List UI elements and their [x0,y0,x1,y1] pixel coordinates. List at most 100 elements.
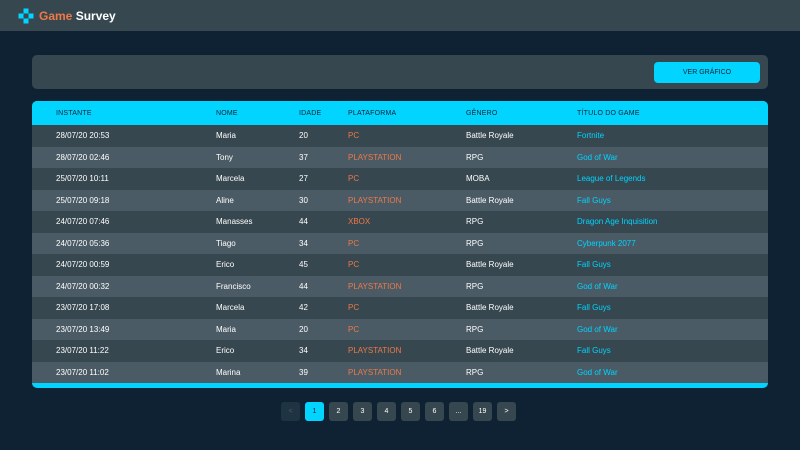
cell-titulo: League of Legends [577,174,646,184]
table-row: 23/07/20 11:02 Marina 39 PLAYSTATION RPG God … [32,361,768,383]
cell-nome: Erico [216,260,235,270]
cell-instante: 23/07/20 13:49 [56,324,110,334]
cell-plataforma: PC [348,174,360,184]
cell-nome: Marina [216,367,241,377]
cell-titulo: Dragon Age Inquisition [577,217,658,227]
page-button[interactable]: 3 [353,402,372,421]
cell-plataforma: PLAYSTATION [348,281,402,291]
table-row: 23/07/20 13:49 Maria 20 PC RPG God of War [32,318,768,340]
cell-idade: 44 [299,217,308,227]
cell-plataforma: PLAYSTATION [348,346,402,356]
cell-plataforma: PLAYSTATION [348,367,402,377]
cell-plataforma: PC [348,131,360,141]
page-button[interactable]: 2 [329,402,348,421]
cell-genero: MOBA [466,174,490,184]
table-row: 24/07/20 00:32 Francisco 44 PLAYSTATION RPG G… [32,275,768,297]
cell-plataforma: PLAYSTATION [348,195,402,205]
table-row: 24/07/20 05:36 Tiago 34 PC RPG Cyberpunk 2077 [32,232,768,254]
records-table: INSTANTE NOME IDADE PLATAFORMA GÊNERO TÍ… [32,101,768,383]
app-title-part2: Survey [72,8,116,23]
page-button[interactable]: 4 [377,402,396,421]
cell-instante: 24/07/20 07:46 [56,217,110,227]
gamepad-icon [18,8,34,24]
cell-titulo: Fall Guys [577,346,611,356]
cell-titulo: Fall Guys [577,195,611,205]
cell-genero: Battle Royale [466,131,514,141]
cell-instante: 28/07/20 02:46 [56,152,110,162]
header-idade: IDADE [299,109,322,117]
table-row: 23/07/20 17:08 Marcela 42 PC Battle Royale Fa… [32,297,768,319]
header-plataforma: PLATAFORMA [348,109,397,117]
cell-plataforma: PLAYSTATION [348,152,402,162]
table-body: 28/07/20 20:53 Maria 20 PC Battle Royale Fort… [32,125,768,383]
cell-idade: 34 [299,346,308,356]
prev-page-button[interactable]: < [281,402,300,421]
cell-idade: 20 [299,131,308,141]
page-button[interactable]: 19 [473,402,492,421]
cell-genero: RPG [466,217,484,227]
cell-idade: 42 [299,303,308,313]
cell-nome: Maria [216,324,237,334]
page-button[interactable]: 1 [305,402,324,421]
cell-genero: RPG [466,367,484,377]
table-row: 25/07/20 10:11 Marcela 27 PC MOBA League of L… [32,168,768,190]
cell-nome: Marcela [216,303,245,313]
cell-nome: Manasses [216,217,253,227]
cell-plataforma: PC [348,260,360,270]
cell-instante: 28/07/20 20:53 [56,131,110,141]
header-nome: NOME [216,109,238,117]
cell-genero: RPG [466,152,484,162]
table-header-row: INSTANTE NOME IDADE PLATAFORMA GÊNERO TÍ… [32,101,768,125]
cell-idade: 37 [299,152,308,162]
cell-titulo: Fall Guys [577,260,611,270]
cell-instante: 24/07/20 00:59 [56,260,110,270]
cell-plataforma: PC [348,324,360,334]
cell-nome: Francisco [216,281,251,291]
pagination: <1 2 3 4 5 6... 19 > [281,402,516,421]
cell-instante: 25/07/20 09:18 [56,195,110,205]
cell-nome: Maria [216,131,237,141]
table-row: 24/07/20 07:46 Manasses 44 XBOX RPG Dragon Ag… [32,211,768,233]
cell-instante: 24/07/20 00:32 [56,281,110,291]
header-genero: GÊNERO [466,109,498,117]
header-instante: INSTANTE [56,109,92,117]
cell-genero: RPG [466,281,484,291]
cell-idade: 44 [299,281,308,291]
view-chart-button[interactable]: VER GRÁFICO [654,62,760,83]
cell-instante: 23/07/20 17:08 [56,303,110,313]
navbar: Game Survey [0,0,800,31]
cell-plataforma: PC [348,238,360,248]
cell-genero: Battle Royale [466,346,514,356]
page-button[interactable]: 5 [401,402,420,421]
table-row: 28/07/20 02:46 Tony 37 PLAYSTATION RPG God of… [32,146,768,168]
cell-titulo: Cyberpunk 2077 [577,238,636,248]
cell-plataforma: XBOX [348,217,371,227]
app-title[interactable]: Game Survey [39,9,116,23]
records-table-container: INSTANTE NOME IDADE PLATAFORMA GÊNERO TÍ… [32,101,768,388]
cell-titulo: Fall Guys [577,303,611,313]
cell-genero: RPG [466,324,484,334]
cell-instante: 25/07/20 10:11 [56,174,109,184]
cell-idade: 20 [299,324,308,334]
cell-genero: Battle Royale [466,303,514,313]
table-row: 24/07/20 00:59 Erico 45 PC Battle Royale Fall… [32,254,768,276]
cell-titulo: God of War [577,367,618,377]
cell-idade: 30 [299,195,308,205]
cell-nome: Erico [216,346,235,356]
cell-nome: Tiago [216,238,236,248]
cell-genero: Battle Royale [466,260,514,270]
page-ellipsis[interactable]: ... [449,402,468,421]
cell-idade: 45 [299,260,308,270]
toolbar: VER GRÁFICO [32,55,768,89]
cell-instante: 24/07/20 05:36 [56,238,110,248]
page-button[interactable]: 6 [425,402,444,421]
next-page-button[interactable]: > [497,402,516,421]
cell-instante: 23/07/20 11:22 [56,346,109,356]
cell-idade: 39 [299,367,308,377]
app-title-part1: Game [39,8,73,23]
cell-titulo: Fortnite [577,131,605,141]
cell-genero: Battle Royale [466,195,514,205]
header-titulo: TÍTULO DO GAME [577,109,640,117]
cell-plataforma: PC [348,303,360,313]
cell-titulo: God of War [577,152,618,162]
